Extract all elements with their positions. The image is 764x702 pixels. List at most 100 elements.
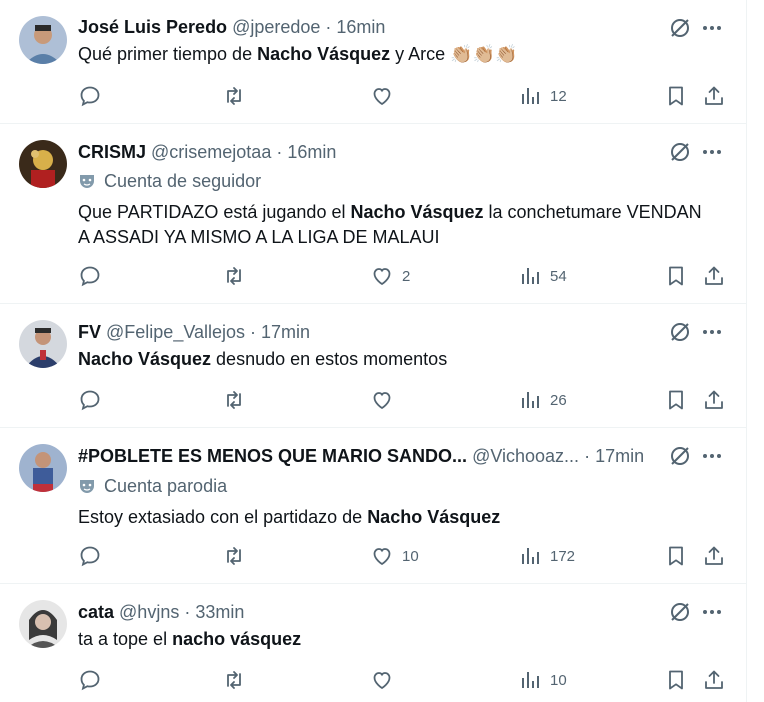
tweet[interactable]: FV @Felipe_Vallejos · 17min Nacho Vásque… xyxy=(0,304,746,428)
user-handle[interactable]: @jperedoe xyxy=(232,16,320,38)
timestamp[interactable]: 17min xyxy=(261,321,310,343)
share-button[interactable] xyxy=(702,84,726,108)
avatar[interactable] xyxy=(19,16,67,64)
reply-button[interactable] xyxy=(78,264,102,288)
repost-icon xyxy=(227,87,241,105)
more-options-icon[interactable] xyxy=(700,444,724,468)
views-button[interactable]: 172 xyxy=(518,544,575,568)
avatar[interactable] xyxy=(19,320,67,368)
tweet[interactable]: CRISMJ @crisemejotaa · 16min Cuenta de s… xyxy=(0,124,746,304)
timestamp[interactable]: 16min xyxy=(287,141,336,163)
heart-icon xyxy=(373,392,391,410)
user-handle[interactable]: @hvjns xyxy=(119,601,179,623)
reply-icon xyxy=(80,86,100,107)
tweet[interactable]: #POBLETE ES MENOS QUE MARIO SANDO... @Vi… xyxy=(0,428,746,584)
tweet[interactable]: cata @hvjns · 33min ta a tope el nacho v… xyxy=(0,584,746,702)
views-button[interactable]: 10 xyxy=(518,668,567,692)
bookmark-icon xyxy=(669,86,683,106)
repost-button[interactable] xyxy=(222,84,246,108)
bookmark-button[interactable] xyxy=(664,84,688,108)
display-name[interactable]: cata xyxy=(78,601,114,623)
bookmark-icon xyxy=(669,266,683,286)
display-name[interactable]: FV xyxy=(78,321,101,343)
reply-button[interactable] xyxy=(78,84,102,108)
bookmark-button[interactable] xyxy=(664,388,688,412)
views-button[interactable]: 26 xyxy=(518,388,567,412)
like-button[interactable]: 2 xyxy=(370,264,410,288)
tweet-actions: 10 xyxy=(0,668,746,692)
bookmark-button[interactable] xyxy=(664,264,688,288)
share-button[interactable] xyxy=(702,264,726,288)
tweet-actions: 12 xyxy=(0,84,746,108)
like-button[interactable] xyxy=(370,668,402,692)
display-name[interactable]: José Luis Peredo xyxy=(78,16,227,38)
bookmark-icon xyxy=(669,390,683,410)
grok-icon[interactable] xyxy=(668,16,692,40)
bookmark-button[interactable] xyxy=(664,544,688,568)
mask-icon xyxy=(80,480,94,493)
grok-icon[interactable] xyxy=(668,444,692,468)
display-name[interactable]: #POBLETE ES MENOS QUE MARIO SANDO... xyxy=(78,445,467,467)
user-handle[interactable]: @Felipe_Vallejos xyxy=(106,321,245,343)
reply-button[interactable] xyxy=(78,668,102,692)
heart-icon xyxy=(373,548,391,566)
repost-button[interactable] xyxy=(222,264,246,288)
user-handle[interactable]: @crisemejotaa xyxy=(151,141,271,163)
share-button[interactable] xyxy=(702,544,726,568)
reply-button[interactable] xyxy=(78,544,102,568)
more-options-icon[interactable] xyxy=(700,16,724,40)
share-icon xyxy=(705,670,723,689)
tweet-text: Nacho Vásquez desnudo en estos momentos xyxy=(78,349,448,369)
views-chart-icon xyxy=(522,268,539,284)
more-options-icon[interactable] xyxy=(700,600,724,624)
tweet-header: #POBLETE ES MENOS QUE MARIO SANDO... @Vi… xyxy=(78,445,656,467)
share-button[interactable] xyxy=(702,388,726,412)
grok-icon[interactable] xyxy=(668,140,692,164)
timestamp[interactable]: 17min xyxy=(595,445,644,467)
avatar[interactable] xyxy=(19,140,67,188)
repost-button[interactable] xyxy=(222,388,246,412)
repost-button[interactable] xyxy=(222,544,246,568)
grok-icon[interactable] xyxy=(668,320,692,344)
share-icon xyxy=(705,86,723,105)
views-button[interactable]: 54 xyxy=(518,264,567,288)
heart-icon xyxy=(373,268,391,286)
grok-icon[interactable] xyxy=(668,600,692,624)
like-count: 2 xyxy=(402,267,411,285)
views-count: 10 xyxy=(550,671,567,689)
timestamp[interactable]: 16min xyxy=(336,16,385,38)
repost-icon xyxy=(227,267,241,285)
like-button[interactable] xyxy=(370,84,402,108)
more-options-icon[interactable] xyxy=(700,320,724,344)
reply-button[interactable] xyxy=(78,388,102,412)
account-label: Cuenta de seguidor xyxy=(78,170,261,192)
more-options-icon[interactable] xyxy=(700,140,724,164)
share-icon xyxy=(705,546,723,565)
repost-button[interactable] xyxy=(222,668,246,692)
tweet-actions: 26 xyxy=(0,388,746,412)
heart-icon xyxy=(373,672,391,690)
like-button[interactable]: 10 xyxy=(370,544,419,568)
reply-icon xyxy=(80,390,100,411)
separator-dot: · xyxy=(250,322,257,342)
avatar[interactable] xyxy=(19,600,67,648)
views-count: 26 xyxy=(550,391,567,409)
tweet[interactable]: José Luis Peredo @jperedoe · 16min Qué p… xyxy=(0,0,746,124)
user-handle[interactable]: @Vichooaz... xyxy=(472,445,579,467)
tweet-text: Estoy extasiado con el partidazo de Nach… xyxy=(78,507,501,527)
like-button[interactable] xyxy=(370,388,402,412)
repost-icon xyxy=(227,671,241,689)
mask-icon xyxy=(80,175,94,188)
tweet-actions: 10 172 xyxy=(0,544,746,568)
share-button[interactable] xyxy=(702,668,726,692)
bookmark-icon xyxy=(669,546,683,566)
bookmark-button[interactable] xyxy=(664,668,688,692)
views-count: 12 xyxy=(550,87,567,105)
reply-icon xyxy=(80,670,100,691)
timestamp[interactable]: 33min xyxy=(195,601,244,623)
tweet-text: ta a tope el nacho vásquez xyxy=(78,629,302,649)
timeline-feed: José Luis Peredo @jperedoe · 16min Qué p… xyxy=(0,0,747,702)
display-name[interactable]: CRISMJ xyxy=(78,141,146,163)
avatar[interactable] xyxy=(19,444,67,492)
views-button[interactable]: 12 xyxy=(518,84,567,108)
